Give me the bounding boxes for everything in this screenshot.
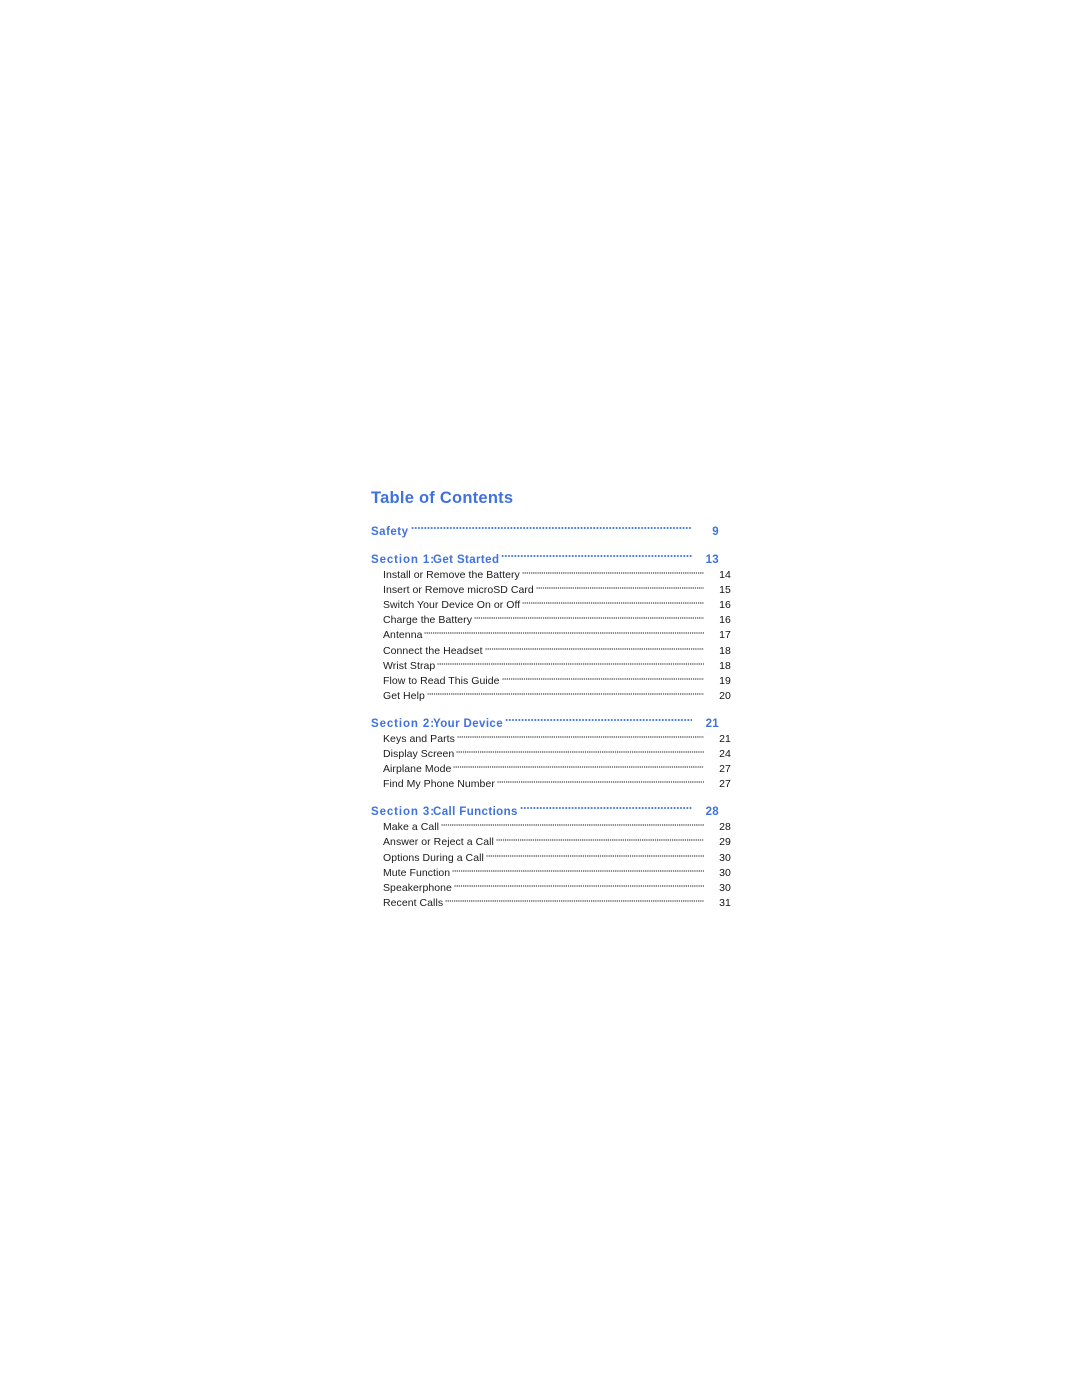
dot-leader xyxy=(425,684,707,699)
toc-entry-label: Wrist Strap xyxy=(383,659,436,672)
toc-section-row[interactable]: Safety 9 xyxy=(371,514,719,538)
dot-leader xyxy=(451,757,707,772)
toc-page-number: 14 xyxy=(719,569,731,582)
toc-entry-label: Display Screen xyxy=(383,748,455,761)
toc-page-number: 28 xyxy=(719,821,731,834)
toc-section-title: Get Started xyxy=(433,554,500,566)
toc-page-number: 30 xyxy=(719,866,731,879)
dot-leader xyxy=(520,593,707,608)
toc-section-row[interactable]: Section 1:Get Started 13 xyxy=(371,542,719,566)
dot-leader xyxy=(520,563,707,578)
toc-page-number: 18 xyxy=(719,644,731,657)
toc-entry-list: Safety 9 Section 1:Get Started 13 Install or… xyxy=(371,514,731,909)
page-title: Table of Contents xyxy=(371,489,514,507)
toc-page-number: 20 xyxy=(719,689,731,702)
dot-leader xyxy=(499,542,695,563)
toc-entry-label: Find My Phone Number xyxy=(383,778,495,791)
toc-page-number: 21 xyxy=(719,732,731,745)
toc-section-row[interactable]: Section 2:Your Device 21 xyxy=(371,706,719,730)
toc-entry-row[interactable]: Connect the Headset 18 xyxy=(371,638,731,657)
toc-entry-label: Recent Calls xyxy=(383,896,444,909)
toc-page-number: 17 xyxy=(719,629,731,642)
toc-page-number: 16 xyxy=(719,614,731,627)
toc-page-number: 30 xyxy=(719,881,731,894)
toc-section-row[interactable]: Section 3:Call Functions 28 xyxy=(371,794,719,818)
toc-page-number: 15 xyxy=(719,584,731,597)
toc-page-number: 18 xyxy=(719,659,731,672)
toc-page-number: 19 xyxy=(719,674,731,687)
toc-entry-label: Answer or Reject a Call xyxy=(383,836,494,849)
toc-page-number: 16 xyxy=(719,599,731,612)
dot-leader xyxy=(455,727,707,742)
dot-leader xyxy=(452,876,707,891)
toc-entry-row[interactable]: Antenna 17 xyxy=(371,623,731,641)
dot-leader xyxy=(483,638,707,653)
dot-leader xyxy=(500,669,707,684)
toc-page-number: 30 xyxy=(719,851,731,864)
dot-leader xyxy=(439,815,707,830)
table-of-contents: Table of Contents Safety 9 Section 1:Get S… xyxy=(371,488,731,909)
toc-entry-label: Keys and Parts xyxy=(383,732,455,745)
toc-page-number: 9 xyxy=(712,526,719,538)
toc-entry-label: Safety xyxy=(371,526,409,538)
dot-leader xyxy=(422,623,707,638)
toc-entry-label: Install or Remove the Battery xyxy=(383,569,520,582)
dot-leader xyxy=(495,772,707,787)
toc-entry-row[interactable]: Get Help 20 xyxy=(371,684,731,702)
dot-leader xyxy=(450,861,707,876)
toc-page-number: 27 xyxy=(719,778,731,791)
dot-leader xyxy=(534,578,707,593)
toc-page-number: 24 xyxy=(719,748,731,761)
dot-leader xyxy=(454,742,707,757)
toc-page-number: 29 xyxy=(719,836,731,849)
toc-entry-label: Make a Call xyxy=(383,821,439,834)
toc-entry-label: Insert or Remove microSD Card xyxy=(383,584,534,597)
toc-entry-label: Mute Function xyxy=(383,866,451,879)
dot-leader xyxy=(503,706,695,727)
toc-entry-label: Antenna xyxy=(383,629,423,642)
dot-leader xyxy=(435,654,707,669)
toc-page-number: 31 xyxy=(719,896,731,909)
toc-page-number: 27 xyxy=(719,763,731,776)
dot-leader xyxy=(472,608,707,623)
toc-entry-label: Get Help xyxy=(383,689,425,702)
dot-leader xyxy=(409,514,695,535)
document-page: Table of Contents Safety 9 Section 1:Get S… xyxy=(0,0,1080,1397)
toc-entry-label: Speakerphone xyxy=(383,881,452,894)
dot-leader xyxy=(443,891,707,906)
dot-leader xyxy=(518,794,695,815)
toc-entry-label: Airplane Mode xyxy=(383,763,452,776)
dot-leader xyxy=(494,830,707,845)
dot-leader xyxy=(484,845,707,860)
